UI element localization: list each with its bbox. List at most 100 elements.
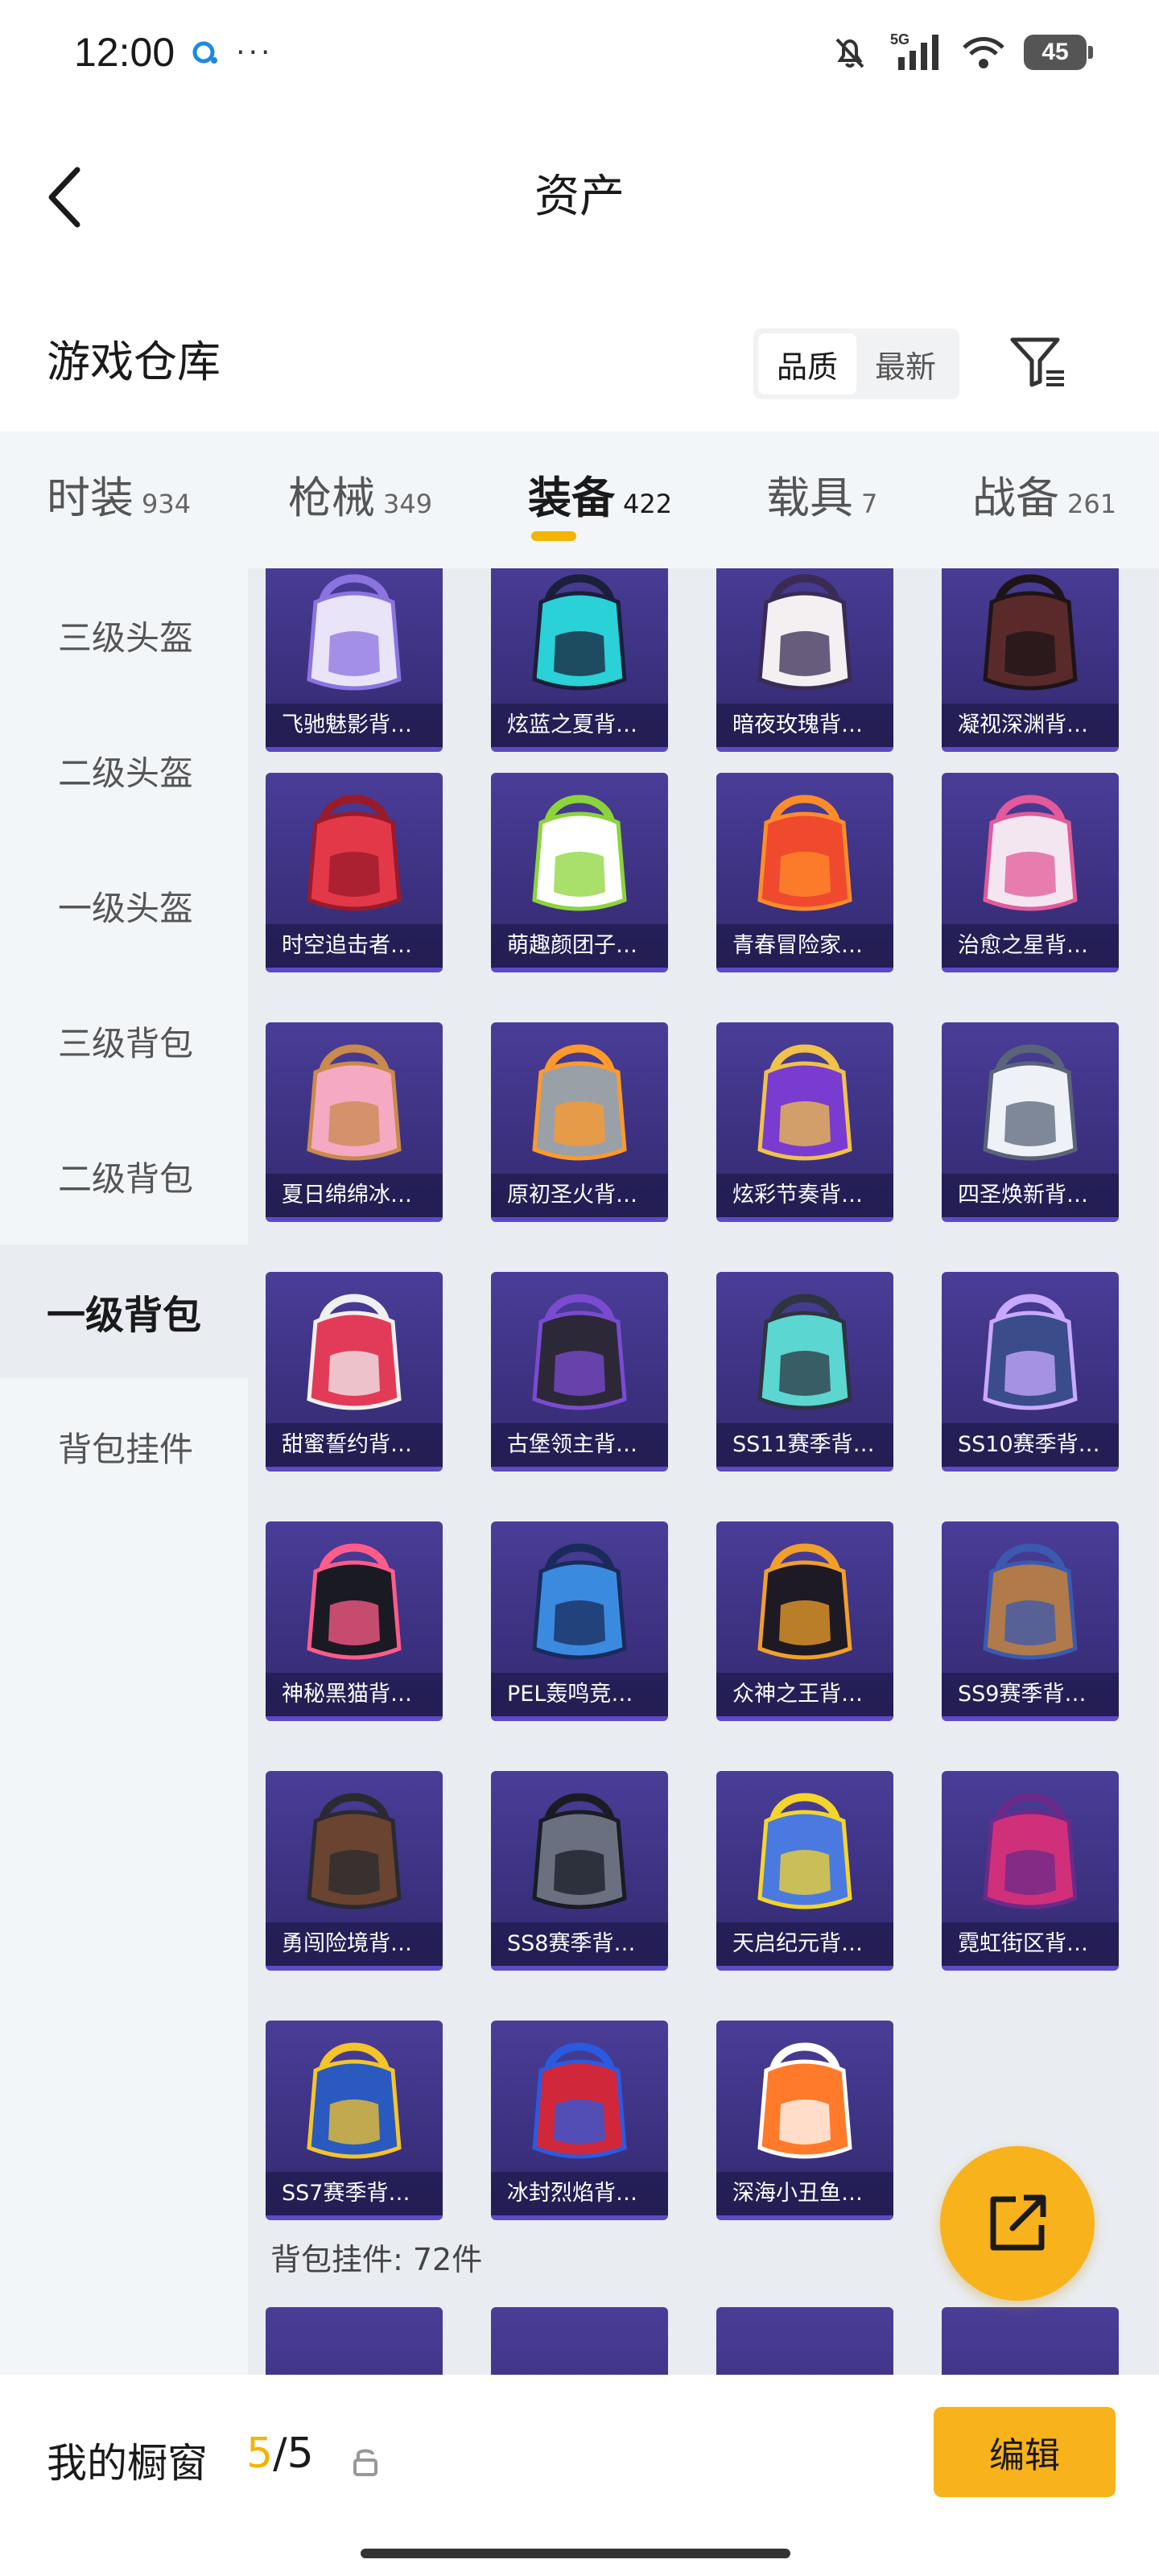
item-tile[interactable]: 夏日绵绵冰… xyxy=(266,1022,443,1222)
item-name: 飞驰魅影背… xyxy=(266,704,443,747)
tab-count: 934 xyxy=(142,489,192,519)
backpack-image xyxy=(532,2042,627,2159)
showcase-count: 5/5 xyxy=(246,2429,314,2478)
tab-firearms[interactable]: 枪械 349 xyxy=(288,462,432,526)
backpack-image xyxy=(983,795,1078,911)
app-notification-icon xyxy=(192,41,218,64)
item-name: SS9赛季背… xyxy=(942,1673,1119,1716)
item-name: 众神之王背… xyxy=(716,1673,893,1716)
item-tile[interactable]: PEL轰鸣竞… xyxy=(491,1521,668,1721)
sidebar-item-backpack-charm[interactable]: 背包挂件 xyxy=(0,1380,248,1513)
warehouse-title: 游戏仓库 xyxy=(47,336,221,387)
item-tile[interactable]: 治愈之星背… xyxy=(942,773,1119,972)
sidebar-item-helmet-3[interactable]: 三级头盔 xyxy=(0,568,248,702)
sidebar-item-helmet-1[interactable]: 一级头盔 xyxy=(0,839,248,972)
item-name: 炫彩节奏背… xyxy=(716,1174,893,1217)
backpack-image xyxy=(983,574,1078,691)
sort-toggle: 品质 最新 xyxy=(753,328,959,399)
sort-latest-option[interactable]: 最新 xyxy=(856,333,955,394)
filter-icon xyxy=(1010,337,1064,387)
item-tile[interactable] xyxy=(266,2307,443,2375)
item-name: 天启纪元背… xyxy=(716,1922,893,1966)
item-grid: 飞驰魅影背… 炫蓝之夏背… 暗夜玫瑰背… 凝视深渊背… 时空追击者… 萌趣颜团子… 青春冒险… xyxy=(248,568,1159,2375)
item-tile[interactable]: 天启纪元背… xyxy=(716,1771,893,1971)
item-tile[interactable]: 时空追击者… xyxy=(266,773,443,972)
item-tile[interactable]: 勇闯险境背… xyxy=(266,1771,443,1971)
item-tile[interactable]: 炫彩节奏背… xyxy=(716,1022,893,1222)
item-tile[interactable]: 神秘黑猫背… xyxy=(266,1521,443,1721)
item-tile[interactable]: 冰封烈焰背… xyxy=(491,2021,668,2220)
backpack-image xyxy=(307,1044,402,1161)
backpack-image xyxy=(307,1294,402,1410)
backpack-image xyxy=(757,1543,852,1660)
tab-vehicles[interactable]: 载具 7 xyxy=(766,462,877,526)
backpack-image xyxy=(757,1044,852,1161)
item-tile[interactable]: 甜蜜誓约背… xyxy=(266,1272,443,1472)
item-name: 古堡领主背… xyxy=(491,1423,668,1467)
showcase-title: 我的橱窗 xyxy=(47,2440,208,2487)
tab-label: 战备 xyxy=(972,473,1059,523)
item-name: 夏日绵绵冰… xyxy=(266,1174,443,1217)
battery-indicator: 45 xyxy=(1024,35,1093,70)
sidebar-item-backpack-2[interactable]: 二级背包 xyxy=(0,1109,248,1243)
item-tile[interactable]: 飞驰魅影背… xyxy=(266,568,443,752)
backpack-image xyxy=(983,1294,1078,1410)
item-name: 勇闯险境背… xyxy=(266,1922,443,1966)
signal-icon: 5G xyxy=(890,31,938,70)
item-name: 深海小丑鱼… xyxy=(716,2172,893,2215)
item-tile[interactable]: SS11赛季背… xyxy=(716,1272,893,1472)
wifi-icon xyxy=(963,37,1004,68)
item-tile[interactable]: 众神之王背… xyxy=(716,1521,893,1721)
sidebar-item-helmet-2[interactable]: 二级头盔 xyxy=(0,704,248,837)
item-tile[interactable]: 青春冒险家… xyxy=(716,773,893,972)
tab-war-supplies[interactable]: 战备 261 xyxy=(972,462,1116,526)
item-tile[interactable]: 暗夜玫瑰背… xyxy=(716,568,893,752)
sidebar-item-backpack-3[interactable]: 三级背包 xyxy=(0,974,248,1108)
tab-count: 7 xyxy=(861,489,878,519)
page-header: 资产 xyxy=(0,105,1159,274)
item-tile[interactable]: 原初圣火背… xyxy=(491,1022,668,1222)
share-fab-button[interactable] xyxy=(940,2146,1095,2301)
item-name: 凝视深渊背… xyxy=(942,704,1119,747)
backpack-image xyxy=(757,574,852,691)
item-tile[interactable]: SS7赛季背… xyxy=(266,2021,443,2220)
tab-fashion[interactable]: 时装 934 xyxy=(47,462,191,526)
item-name: 青春冒险家… xyxy=(716,924,893,968)
item-tile[interactable]: 凝视深渊背… xyxy=(942,568,1119,752)
item-name: 时空追击者… xyxy=(266,924,443,968)
backpack-image xyxy=(983,1044,1078,1161)
edit-button[interactable]: 编辑 xyxy=(934,2407,1116,2497)
tab-count: 349 xyxy=(383,489,433,519)
item-tile[interactable]: 萌趣颜团子… xyxy=(491,773,668,972)
item-tile[interactable]: 霓虹街区背… xyxy=(942,1771,1119,1971)
backpack-image xyxy=(307,2042,402,2159)
item-tile[interactable]: SS10赛季背… xyxy=(942,1272,1119,1472)
item-name: SS11赛季背… xyxy=(716,1423,893,1467)
backpack-image xyxy=(532,1044,627,1161)
status-right: 5G 45 xyxy=(831,30,1093,75)
item-tile[interactable]: 深海小丑鱼… xyxy=(716,2021,893,2220)
item-tile[interactable]: 古堡领主背… xyxy=(491,1272,668,1472)
item-tile[interactable]: 炫蓝之夏背… xyxy=(491,568,668,752)
item-name: 霓虹街区背… xyxy=(942,1922,1119,1966)
filter-button[interactable] xyxy=(1006,330,1070,394)
category-tabs: 时装 934 枪械 349 装备 422 载具 7 战备 261 xyxy=(0,431,1159,568)
item-tile[interactable] xyxy=(491,2307,668,2375)
sort-quality-option[interactable]: 品质 xyxy=(758,333,856,394)
backpack-image xyxy=(307,1543,402,1660)
sidebar-item-backpack-1[interactable]: 一级背包 xyxy=(0,1245,248,1378)
status-bar: 12:00 ··· 5G 45 xyxy=(0,0,1159,105)
page-title: 资产 xyxy=(534,171,625,223)
item-tile[interactable]: SS9赛季背… xyxy=(942,1521,1119,1721)
tab-label: 枪械 xyxy=(288,473,375,523)
lock-icon xyxy=(353,2449,377,2476)
showcase-count-total: /5 xyxy=(273,2429,314,2478)
backpack-image xyxy=(532,574,627,691)
tab-equipment[interactable]: 装备 422 xyxy=(528,462,672,526)
item-tile[interactable] xyxy=(942,2307,1119,2375)
item-tile[interactable]: SS8赛季背… xyxy=(491,1771,668,1971)
item-tile[interactable] xyxy=(716,2307,893,2375)
tab-label: 时装 xyxy=(47,473,134,523)
item-tile[interactable]: 四圣焕新背… xyxy=(942,1022,1119,1222)
mute-bell-icon xyxy=(835,38,864,68)
